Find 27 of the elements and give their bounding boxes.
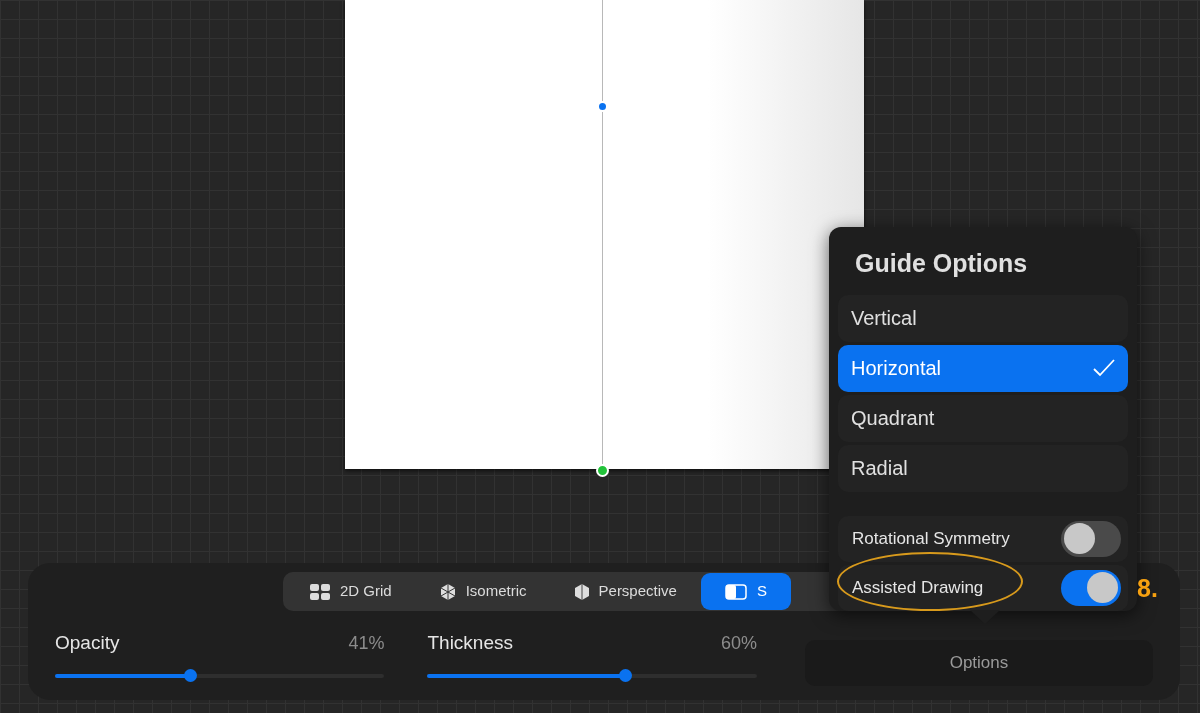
guide-handle[interactable] bbox=[597, 101, 608, 112]
popover-title: Guide Options bbox=[855, 248, 1029, 279]
slider-value: 60% bbox=[720, 631, 757, 655]
guide-choice[interactable]: Quadrant bbox=[838, 394, 1128, 442]
toggle-switch[interactable] bbox=[1061, 520, 1121, 557]
slider-thumb[interactable] bbox=[619, 668, 633, 682]
options-button[interactable]: Options bbox=[804, 640, 1153, 686]
hexagon-icon bbox=[574, 583, 589, 600]
slider-label: Opacity bbox=[55, 631, 120, 655]
step-number: 8. bbox=[1137, 573, 1158, 604]
guide-choice[interactable]: Vertical bbox=[838, 294, 1128, 342]
guide-choice[interactable]: Horizontal bbox=[838, 344, 1128, 392]
slider-value: 41% bbox=[348, 631, 385, 655]
split-square-icon bbox=[724, 583, 747, 600]
grid-icon bbox=[310, 583, 330, 600]
slider-label: Thickness bbox=[427, 631, 513, 655]
guide-tab[interactable]: S bbox=[700, 573, 791, 610]
cube-icon bbox=[439, 583, 456, 600]
toggle-label: Rotational Symmetry bbox=[852, 527, 1010, 550]
toggle-label: Assisted Drawing bbox=[852, 576, 984, 599]
guide-tab[interactable]: Isometric bbox=[415, 573, 551, 610]
slider-thumb[interactable] bbox=[184, 668, 198, 682]
toggle-switch[interactable] bbox=[1061, 569, 1121, 606]
guide-tab[interactable]: 2D Grid bbox=[286, 573, 416, 610]
checkmark-icon bbox=[1093, 359, 1115, 377]
guide-tab[interactable]: Perspective bbox=[550, 573, 701, 610]
guide-choice[interactable]: Radial bbox=[838, 444, 1128, 492]
